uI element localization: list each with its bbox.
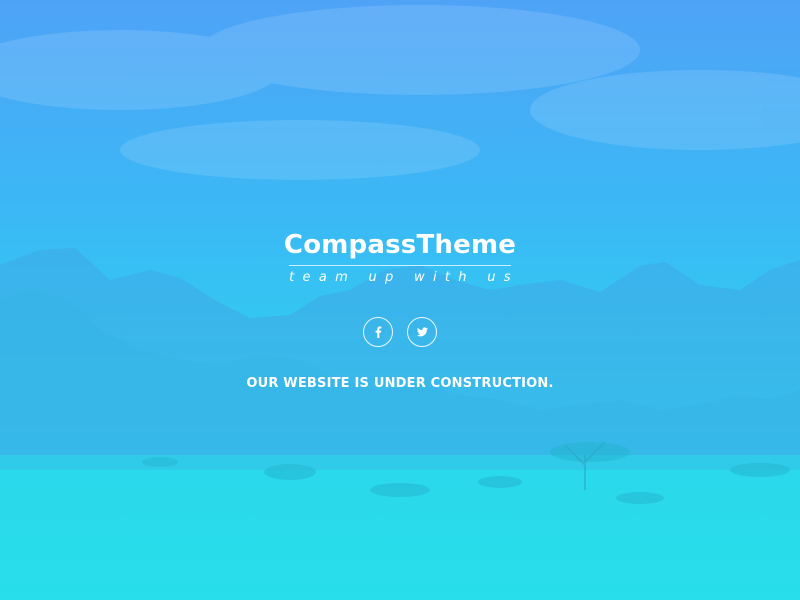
brand-divider [289, 265, 511, 266]
brand-tagline: team up with us [289, 270, 519, 285]
construction-notice: OUR WEBSITE IS UNDER CONSTRUCTION. [246, 376, 554, 391]
facebook-icon [373, 326, 383, 338]
twitter-button[interactable] [407, 317, 437, 347]
twitter-icon [416, 327, 428, 337]
clouds [0, 5, 800, 180]
brand-title: CompassTheme [283, 230, 517, 260]
facebook-button[interactable] [363, 317, 393, 347]
desert-plain [0, 455, 800, 600]
hero-content: CompassTheme team up with us OUR WEBSITE… [0, 228, 800, 393]
social-links [0, 317, 800, 347]
